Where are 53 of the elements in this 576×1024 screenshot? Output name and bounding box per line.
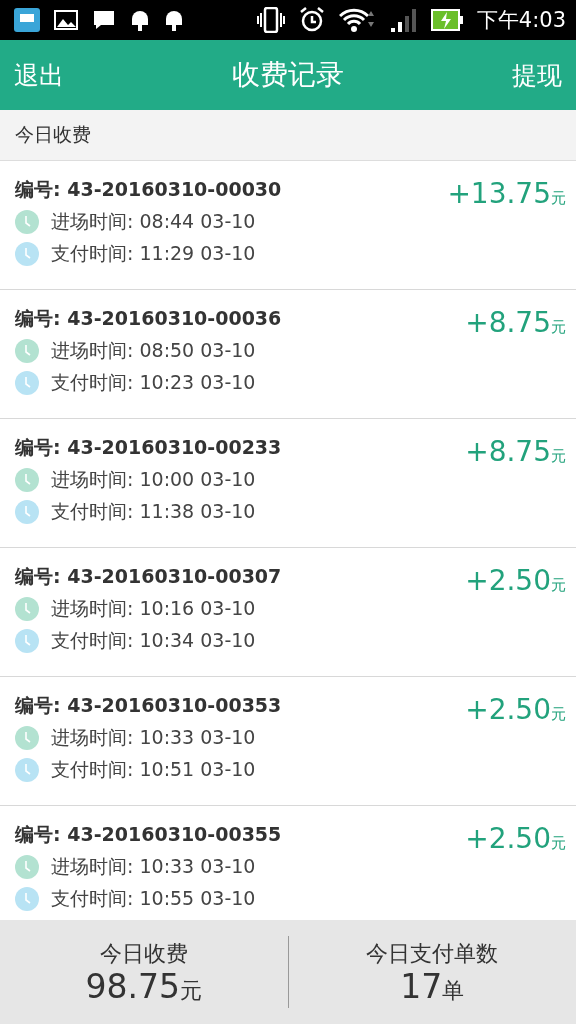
vibrate-icon xyxy=(256,7,285,33)
image-icon xyxy=(54,10,78,30)
time-text: 支付时间: 11:38 03-10 xyxy=(51,499,256,524)
clock-icon xyxy=(15,758,39,782)
summary-value: 98.75元 xyxy=(85,968,202,1006)
record-number: 编号: 43-20160310-00233 xyxy=(15,435,283,460)
time-text: 支付时间: 11:29 03-10 xyxy=(51,241,256,266)
battery-icon xyxy=(430,9,463,31)
clock-icon xyxy=(15,242,39,266)
time-text: 进场时间: 10:00 03-10 xyxy=(51,467,256,492)
wifi-icon xyxy=(338,7,377,33)
time-text: 支付时间: 10:55 03-10 xyxy=(51,886,256,911)
amount-text: +13.75元 xyxy=(447,177,566,212)
clock-icon xyxy=(15,887,39,911)
app-icon xyxy=(14,8,40,32)
amount-text: +2.50元 xyxy=(465,564,566,599)
amount-text: +2.50元 xyxy=(465,693,566,728)
clock-icon xyxy=(15,500,39,524)
time-text: 支付时间: 10:23 03-10 xyxy=(51,370,256,395)
time-text: 进场时间: 10:16 03-10 xyxy=(51,596,256,621)
record-number: 编号: 43-20160310-00353 xyxy=(15,693,283,718)
summary-label: 今日收费 xyxy=(99,939,188,968)
time-text: 进场时间: 10:33 03-10 xyxy=(51,725,256,750)
summary-label: 今日支付单数 xyxy=(366,939,499,968)
time-text: 进场时间: 08:44 03-10 xyxy=(51,209,256,234)
section-title: 今日收费 xyxy=(15,122,91,147)
amount-text: +8.75元 xyxy=(465,306,566,341)
clock-icon xyxy=(15,726,39,750)
amount-text: +8.75元 xyxy=(465,435,566,470)
clock-icon xyxy=(15,468,39,492)
clock-icon xyxy=(15,371,39,395)
record-number: 编号: 43-20160310-00355 xyxy=(15,822,283,847)
exit-button[interactable]: 退出 xyxy=(14,58,64,92)
clock-icon xyxy=(15,597,39,621)
chat-icon xyxy=(92,9,116,31)
page-title: 收费记录 xyxy=(231,57,345,93)
clock-icon xyxy=(15,339,39,363)
withdraw-button[interactable]: 提现 xyxy=(512,58,562,92)
record-number: 编号: 43-20160310-00036 xyxy=(15,306,283,331)
time-text: 支付时间: 10:51 03-10 xyxy=(51,757,256,782)
clock-icon xyxy=(15,210,39,234)
clock-icon xyxy=(15,855,39,879)
alarm-icon xyxy=(298,7,325,33)
signal-icon xyxy=(390,7,417,33)
status-time: 下午4:03 xyxy=(476,7,566,34)
record-number: 编号: 43-20160310-00307 xyxy=(15,564,283,589)
summary-value: 17单 xyxy=(400,968,465,1006)
amount-text: +2.50元 xyxy=(465,822,566,857)
time-text: 进场时间: 10:33 03-10 xyxy=(51,854,256,879)
clock-icon xyxy=(15,629,39,653)
time-text: 进场时间: 08:50 03-10 xyxy=(51,338,256,363)
record-number: 编号: 43-20160310-00030 xyxy=(15,177,283,202)
time-text: 支付时间: 10:34 03-10 xyxy=(51,628,256,653)
